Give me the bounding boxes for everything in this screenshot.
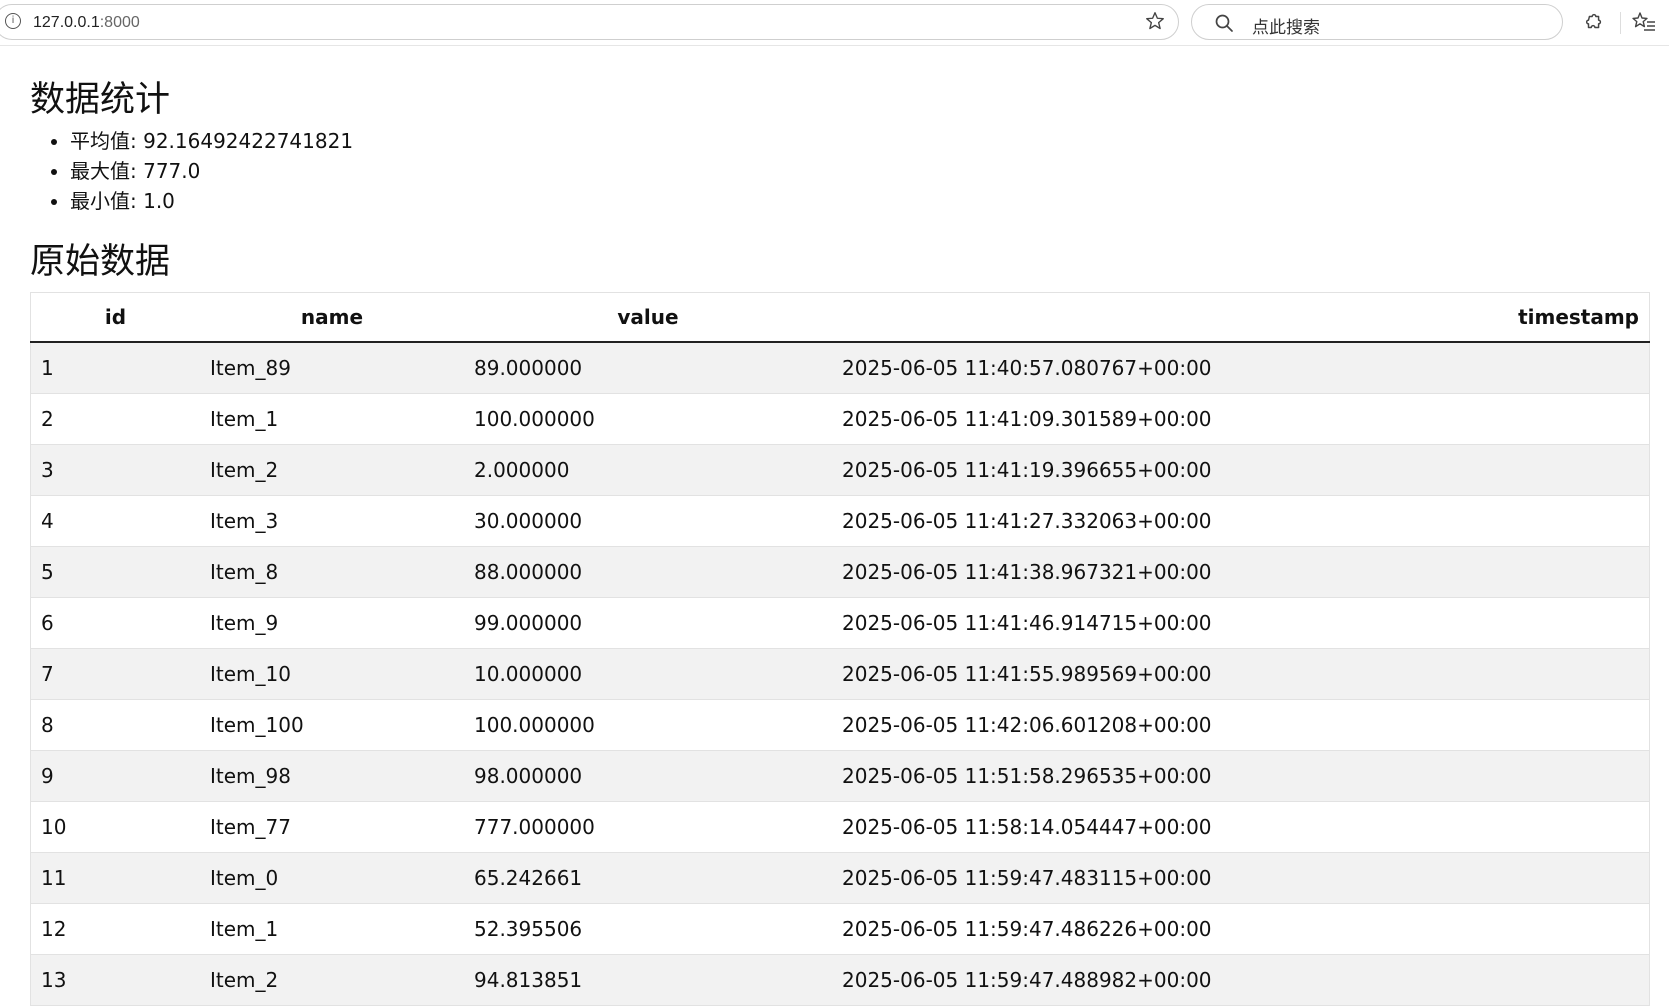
- data-table: id name value timestamp 1 Item_89 89.000…: [30, 292, 1650, 1006]
- cell-timestamp: 2025-06-05 11:59:47.486226+00:00: [832, 903, 1650, 955]
- cell-timestamp: 2025-06-05 11:59:47.483115+00:00: [832, 852, 1650, 904]
- cell-id: 6: [30, 597, 200, 649]
- cell-id: 2: [30, 393, 200, 445]
- table-row: 7 Item_10 10.000000 2025-06-05 11:41:55.…: [30, 648, 1650, 700]
- address-bar[interactable]: i 127.0.0.1:8000: [0, 4, 1179, 40]
- info-icon[interactable]: i: [5, 13, 21, 29]
- stats-list: 平均值: 92.16492422741821 最大值: 777.0 最小值: 1…: [30, 126, 1650, 216]
- cell-name: Item_98: [200, 750, 464, 802]
- cell-value: 98.000000: [464, 750, 832, 802]
- cell-timestamp: 2025-06-05 11:40:57.080767+00:00: [832, 342, 1650, 394]
- cell-id: 1: [30, 342, 200, 394]
- cell-timestamp: 2025-06-05 11:42:06.601208+00:00: [832, 699, 1650, 751]
- cell-value: 65.242661: [464, 852, 832, 904]
- cell-value: 777.000000: [464, 801, 832, 853]
- cell-value: 99.000000: [464, 597, 832, 649]
- raw-data-heading: 原始数据: [30, 242, 171, 282]
- cell-value: 2.000000: [464, 444, 832, 496]
- table-row: 11 Item_0 65.242661 2025-06-05 11:59:47.…: [30, 852, 1650, 904]
- cell-id: 7: [30, 648, 200, 700]
- cell-value: 10.000000: [464, 648, 832, 700]
- cell-name: Item_10: [200, 648, 464, 700]
- cell-name: Item_2: [200, 444, 464, 496]
- cell-id: 4: [30, 495, 200, 547]
- cell-value: 94.813851: [464, 954, 832, 1006]
- cell-id: 10: [30, 801, 200, 853]
- table-row: 8 Item_100 100.000000 2025-06-05 11:42:0…: [30, 699, 1650, 751]
- cell-value: 30.000000: [464, 495, 832, 547]
- column-header-name: name: [200, 292, 464, 343]
- cell-value: 52.395506: [464, 903, 832, 955]
- column-header-id: id: [30, 292, 200, 343]
- cell-id: 5: [30, 546, 200, 598]
- page-content: 数据统计 平均值: 92.16492422741821 最大值: 777.0 最…: [30, 72, 1650, 1006]
- cell-name: Item_0: [200, 852, 464, 904]
- cell-name: Item_1: [200, 393, 464, 445]
- cell-id: 12: [30, 903, 200, 955]
- search-placeholder: 点此搜索: [1252, 18, 1320, 38]
- table-row: 3 Item_2 2.000000 2025-06-05 11:41:19.39…: [30, 444, 1650, 496]
- column-header-value: value: [464, 292, 832, 343]
- stats-heading: 数据统计: [30, 80, 171, 120]
- search-icon: [1215, 14, 1233, 32]
- table-row: 2 Item_1 100.000000 2025-06-05 11:41:09.…: [30, 393, 1650, 445]
- cell-name: Item_2: [200, 954, 464, 1006]
- table-row: 5 Item_8 88.000000 2025-06-05 11:41:38.9…: [30, 546, 1650, 598]
- cell-name: Item_100: [200, 699, 464, 751]
- cell-timestamp: 2025-06-05 11:41:19.396655+00:00: [832, 444, 1650, 496]
- cell-value: 89.000000: [464, 342, 832, 394]
- table-row: 6 Item_9 99.000000 2025-06-05 11:41:46.9…: [30, 597, 1650, 649]
- cell-timestamp: 2025-06-05 11:41:55.989569+00:00: [832, 648, 1650, 700]
- cell-value: 88.000000: [464, 546, 832, 598]
- cell-timestamp: 2025-06-05 11:41:38.967321+00:00: [832, 546, 1650, 598]
- cell-id: 3: [30, 444, 200, 496]
- stat-max: 最大值: 777.0: [70, 156, 1650, 186]
- table-row: 12 Item_1 52.395506 2025-06-05 11:59:47.…: [30, 903, 1650, 955]
- table-row: 13 Item_2 94.813851 2025-06-05 11:59:47.…: [30, 954, 1650, 1006]
- cell-timestamp: 2025-06-05 11:58:14.054447+00:00: [832, 801, 1650, 853]
- cell-id: 13: [30, 954, 200, 1006]
- cell-name: Item_89: [200, 342, 464, 394]
- table-body: 1 Item_89 89.000000 2025-06-05 11:40:57.…: [30, 342, 1650, 1006]
- browser-search-box[interactable]: 点此搜索: [1191, 4, 1563, 40]
- cell-name: Item_1: [200, 903, 464, 955]
- url-host: 127.0.0.1: [33, 14, 100, 31]
- cell-timestamp: 2025-06-05 11:41:46.914715+00:00: [832, 597, 1650, 649]
- cell-name: Item_3: [200, 495, 464, 547]
- cell-timestamp: 2025-06-05 11:41:09.301589+00:00: [832, 393, 1650, 445]
- cell-id: 9: [30, 750, 200, 802]
- url-text[interactable]: 127.0.0.1:8000: [33, 14, 140, 32]
- cell-name: Item_9: [200, 597, 464, 649]
- cell-value: 100.000000: [464, 393, 832, 445]
- cell-timestamp: 2025-06-05 11:51:58.296535+00:00: [832, 750, 1650, 802]
- cell-timestamp: 2025-06-05 11:41:27.332063+00:00: [832, 495, 1650, 547]
- table-row: 4 Item_3 30.000000 2025-06-05 11:41:27.3…: [30, 495, 1650, 547]
- table-row: 10 Item_77 777.000000 2025-06-05 11:58:1…: [30, 801, 1650, 853]
- table-row: 1 Item_89 89.000000 2025-06-05 11:40:57.…: [30, 342, 1650, 394]
- bookmark-star-icon[interactable]: [1144, 10, 1166, 32]
- cell-name: Item_77: [200, 801, 464, 853]
- extensions-icon[interactable]: [1583, 11, 1605, 33]
- stat-average: 平均值: 92.16492422741821: [70, 126, 1650, 156]
- browser-toolbar: i 127.0.0.1:8000 点此搜索: [0, 0, 1669, 46]
- favorites-icon[interactable]: [1632, 11, 1656, 33]
- cell-value: 100.000000: [464, 699, 832, 751]
- cell-id: 11: [30, 852, 200, 904]
- stat-min: 最小值: 1.0: [70, 186, 1650, 216]
- url-port: :8000: [99, 14, 140, 31]
- cell-id: 8: [30, 699, 200, 751]
- cell-timestamp: 2025-06-05 11:59:47.488982+00:00: [832, 954, 1650, 1006]
- table-row: 9 Item_98 98.000000 2025-06-05 11:51:58.…: [30, 750, 1650, 802]
- cell-name: Item_8: [200, 546, 464, 598]
- toolbar-divider: [1620, 12, 1621, 34]
- table-header-row: id name value timestamp: [30, 292, 1650, 343]
- column-header-timestamp: timestamp: [832, 292, 1650, 343]
